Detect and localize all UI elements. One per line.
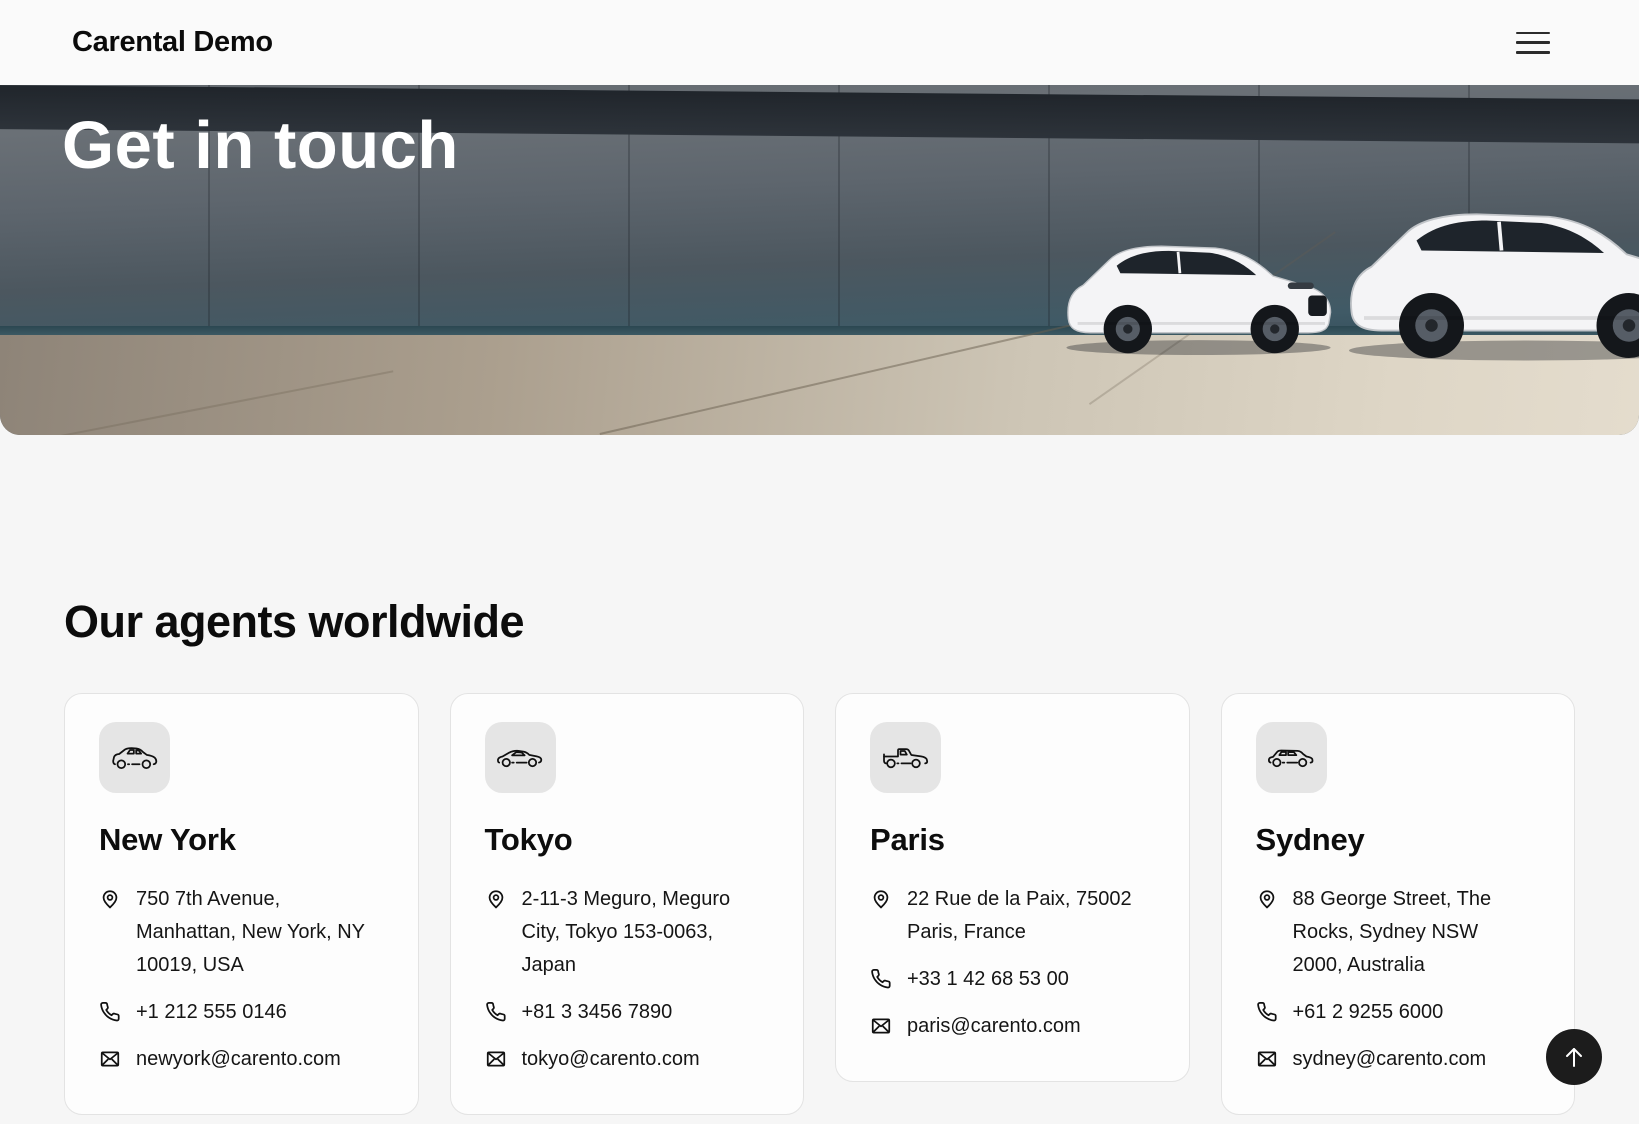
phone-icon bbox=[1256, 1001, 1278, 1023]
hero-banner: Get in touch bbox=[0, 85, 1639, 435]
agent-address-row: 88 George Street, The Rocks, Sydney NSW … bbox=[1256, 883, 1549, 982]
location-pin-icon bbox=[99, 888, 121, 910]
phone-icon bbox=[99, 1001, 121, 1023]
agent-email-row[interactable]: newyork@carento.com bbox=[99, 1043, 392, 1076]
vehicle-icon-tile bbox=[99, 722, 170, 793]
agent-address: 22 Rue de la Paix, 75002 Paris, France bbox=[907, 883, 1143, 949]
arrow-up-icon bbox=[1562, 1044, 1586, 1070]
agents-section: Our agents worldwide New York bbox=[64, 598, 1575, 1115]
agent-address: 88 George Street, The Rocks, Sydney NSW … bbox=[1293, 883, 1529, 982]
agent-contact-rows: 88 George Street, The Rocks, Sydney NSW … bbox=[1256, 883, 1549, 1076]
sports-car-icon bbox=[495, 742, 545, 774]
email-envelope-icon bbox=[485, 1048, 507, 1070]
agent-email-row[interactable]: paris@carento.com bbox=[870, 1010, 1163, 1043]
email-envelope-icon bbox=[870, 1015, 892, 1037]
agent-email-row[interactable]: sydney@carento.com bbox=[1256, 1043, 1549, 1076]
agent-email: sydney@carento.com bbox=[1293, 1043, 1487, 1076]
agent-email: newyork@carento.com bbox=[136, 1043, 341, 1076]
agent-contact-rows: 750 7th Avenue, Manhattan, New York, NY … bbox=[99, 883, 392, 1076]
brand-logo[interactable]: Carental Demo bbox=[72, 26, 273, 59]
hamburger-bar bbox=[1516, 41, 1550, 44]
agent-phone: +61 2 9255 6000 bbox=[1293, 996, 1444, 1029]
agent-address-row: 2-11-3 Meguro, Meguro City, Tokyo 153-00… bbox=[485, 883, 778, 982]
vehicle-icon-tile bbox=[870, 722, 941, 793]
email-envelope-icon bbox=[1256, 1048, 1278, 1070]
location-pin-icon bbox=[870, 888, 892, 910]
agent-email: paris@carento.com bbox=[907, 1010, 1081, 1043]
agent-card: Sydney 88 George Street, The Rocks, Sydn… bbox=[1221, 693, 1576, 1115]
agent-city: Paris bbox=[870, 823, 1163, 857]
vehicle-icon-tile bbox=[1256, 722, 1327, 793]
phone-icon bbox=[870, 968, 892, 990]
hamburger-bar bbox=[1516, 32, 1550, 35]
agent-phone-row[interactable]: +61 2 9255 6000 bbox=[1256, 996, 1549, 1029]
agent-card: Tokyo 2-11-3 Meguro, Meguro City, Tokyo … bbox=[450, 693, 805, 1115]
hamburger-bar bbox=[1516, 51, 1550, 54]
location-pin-icon bbox=[1256, 888, 1278, 910]
scroll-to-top-button[interactable] bbox=[1546, 1029, 1602, 1085]
agent-phone: +33 1 42 68 53 00 bbox=[907, 963, 1069, 996]
agent-city: New York bbox=[99, 823, 392, 857]
agent-city: Sydney bbox=[1256, 823, 1549, 857]
agent-phone: +1 212 555 0146 bbox=[136, 996, 287, 1029]
agent-phone-row[interactable]: +1 212 555 0146 bbox=[99, 996, 392, 1029]
agent-city: Tokyo bbox=[485, 823, 778, 857]
email-envelope-icon bbox=[99, 1048, 121, 1070]
agent-address-row: 22 Rue de la Paix, 75002 Paris, France bbox=[870, 883, 1163, 949]
agent-phone-row[interactable]: +33 1 42 68 53 00 bbox=[870, 963, 1163, 996]
suv-car-icon bbox=[110, 742, 160, 774]
hamburger-menu-icon[interactable] bbox=[1516, 32, 1550, 54]
agent-card: Paris 22 Rue de la Paix, 75002 Paris, Fr… bbox=[835, 693, 1190, 1082]
wagon-car-icon bbox=[1266, 742, 1316, 774]
agent-contact-rows: 22 Rue de la Paix, 75002 Paris, France +… bbox=[870, 883, 1163, 1043]
vehicle-icon-tile bbox=[485, 722, 556, 793]
agent-address: 2-11-3 Meguro, Meguro City, Tokyo 153-00… bbox=[522, 883, 758, 982]
page-title: Get in touch bbox=[62, 107, 459, 184]
agent-cards-grid: New York 750 7th Avenue, Manhattan, New … bbox=[64, 693, 1575, 1115]
phone-icon bbox=[485, 1001, 507, 1023]
agent-card: New York 750 7th Avenue, Manhattan, New … bbox=[64, 693, 419, 1115]
location-pin-icon bbox=[485, 888, 507, 910]
agent-phone-row[interactable]: +81 3 3456 7890 bbox=[485, 996, 778, 1029]
agent-phone: +81 3 3456 7890 bbox=[522, 996, 673, 1029]
pickup-truck-icon bbox=[881, 742, 931, 774]
section-title: Our agents worldwide bbox=[64, 598, 1575, 645]
agent-email: tokyo@carento.com bbox=[522, 1043, 700, 1076]
site-header: Carental Demo bbox=[0, 0, 1639, 85]
agent-address-row: 750 7th Avenue, Manhattan, New York, NY … bbox=[99, 883, 392, 982]
agent-email-row[interactable]: tokyo@carento.com bbox=[485, 1043, 778, 1076]
agent-contact-rows: 2-11-3 Meguro, Meguro City, Tokyo 153-00… bbox=[485, 883, 778, 1076]
white-suvs-photo bbox=[1039, 167, 1639, 417]
agent-address: 750 7th Avenue, Manhattan, New York, NY … bbox=[136, 883, 372, 982]
